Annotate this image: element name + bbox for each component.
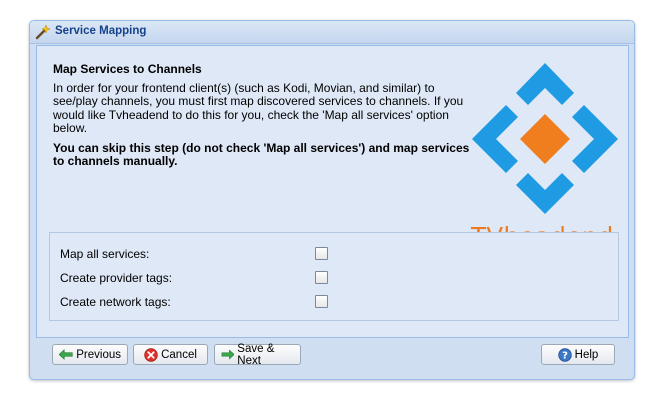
option-label: Map all services: xyxy=(60,247,150,261)
save-next-button-label: Save & Next xyxy=(237,342,275,367)
option-map-all-services: Map all services: xyxy=(60,246,620,262)
arrow-right-icon xyxy=(221,349,235,360)
create-provider-tags-checkbox[interactable] xyxy=(315,271,328,284)
intro-body: In order for your frontend client(s) (su… xyxy=(53,80,464,135)
cancel-icon xyxy=(144,347,158,362)
window-titlebar[interactable]: Service Mapping xyxy=(30,21,634,44)
option-create-provider-tags: Create provider tags: xyxy=(60,270,620,286)
help-button[interactable]: ? Help xyxy=(541,344,615,365)
save-next-button[interactable]: Save & Next xyxy=(214,342,301,367)
option-label: Create provider tags: xyxy=(60,271,173,285)
wand-icon xyxy=(35,24,51,40)
svg-text:?: ? xyxy=(562,350,568,361)
create-network-tags-checkbox[interactable] xyxy=(315,295,328,308)
wizard-panel: Map Services to Channels In order for yo… xyxy=(36,45,629,338)
previous-button-label: Previous xyxy=(76,348,121,361)
intro-note: You can skip this step (do not check 'Ma… xyxy=(53,140,470,168)
intro-heading: Map Services to Channels xyxy=(53,62,202,76)
service-mapping-window: Service Mapping Map Services to Channels… xyxy=(29,20,635,380)
tvheadend-logo-icon xyxy=(472,63,618,214)
cancel-button-label: Cancel xyxy=(161,348,197,361)
option-create-network-tags: Create network tags: xyxy=(60,294,620,310)
options-fieldset: Map all services: Create provider tags: … xyxy=(49,232,619,321)
option-label: Create network tags: xyxy=(60,295,171,309)
intro-text: Map Services to Channels In order for yo… xyxy=(53,62,473,175)
map-all-services-checkbox[interactable] xyxy=(315,247,328,260)
arrow-left-icon xyxy=(59,349,73,360)
help-button-label: Help xyxy=(574,348,599,361)
previous-button[interactable]: Previous xyxy=(52,344,128,365)
cancel-button[interactable]: Cancel xyxy=(133,344,208,365)
help-icon: ? xyxy=(557,347,572,362)
window-title: Service Mapping xyxy=(55,25,147,37)
